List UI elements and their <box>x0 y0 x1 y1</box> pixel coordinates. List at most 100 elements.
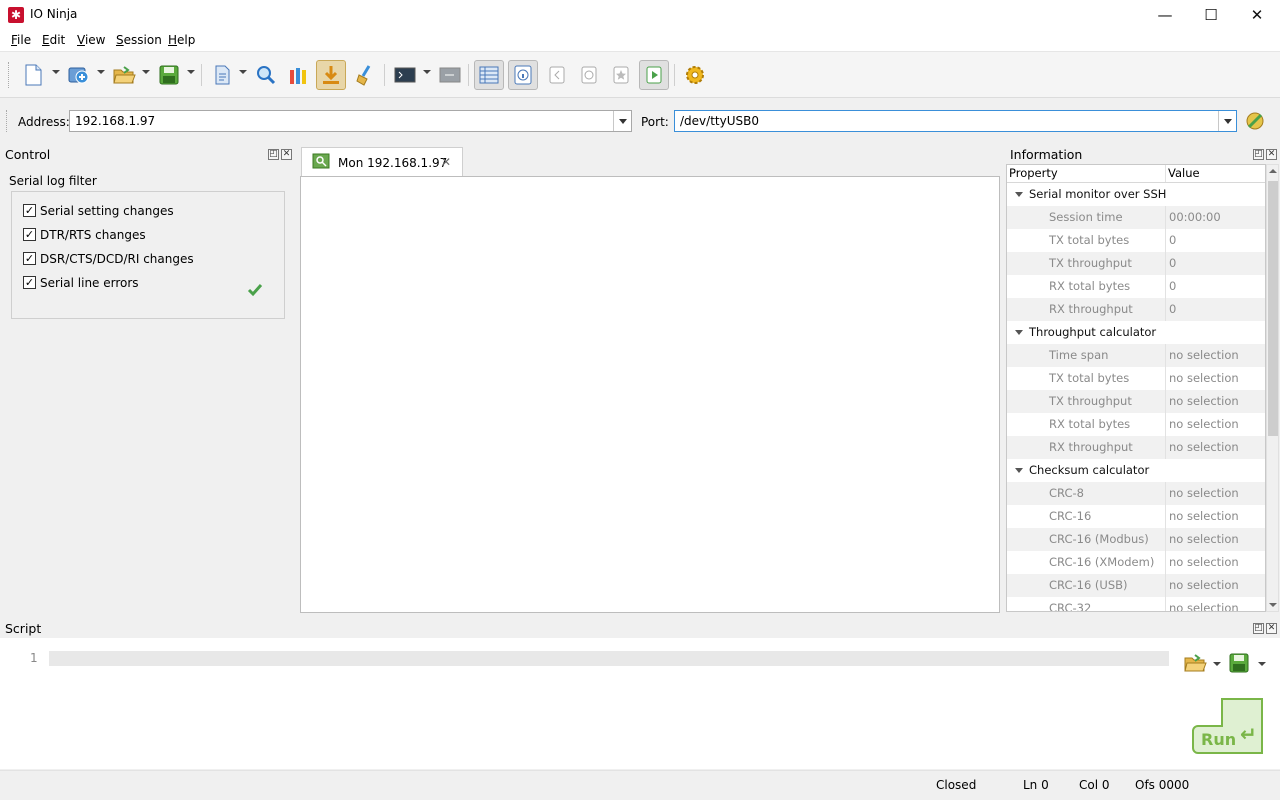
script-float-button[interactable]: ◰ <box>1253 623 1264 634</box>
menu-edit[interactable]: Edit <box>42 33 65 47</box>
tree-item-row[interactable]: CRC-32 no selection <box>1007 597 1265 611</box>
info-view-button[interactable] <box>508 60 538 90</box>
tree-item-row[interactable]: RX throughput 0 <box>1007 298 1265 321</box>
column-header-property[interactable]: Property <box>1009 165 1165 182</box>
scroll-thumb[interactable] <box>1268 181 1278 436</box>
tree-item-row[interactable]: CRC-8 no selection <box>1007 482 1265 505</box>
menu-session[interactable]: Session <box>116 33 162 47</box>
export-button[interactable] <box>207 60 237 90</box>
apply-check-icon[interactable] <box>247 282 263 298</box>
tree-group-row[interactable]: Throughput calculator <box>1007 321 1265 344</box>
tree-item-row[interactable]: CRC-16 (XModem) no selection <box>1007 551 1265 574</box>
run-button[interactable]: Run ↵ <box>1192 698 1264 755</box>
tree-item-row[interactable]: TX throughput no selection <box>1007 390 1265 413</box>
address-combobox[interactable]: 192.168.1.97 <box>69 110 632 132</box>
toolbar-grip[interactable] <box>8 62 11 88</box>
tree-item-row[interactable]: RX total bytes 0 <box>1007 275 1265 298</box>
terminal-button[interactable] <box>390 60 420 90</box>
control-float-button[interactable]: ◰ <box>268 149 279 160</box>
tree-item-row[interactable]: TX total bytes 0 <box>1007 229 1265 252</box>
information-scrollbar[interactable] <box>1266 164 1279 612</box>
tree-item-row[interactable]: CRC-16 (USB) no selection <box>1007 574 1265 597</box>
save-button[interactable] <box>154 60 184 90</box>
magnifier-icon <box>257 66 276 85</box>
port-combobox[interactable]: /dev/ttyUSB0 <box>674 110 1237 132</box>
log-view[interactable] <box>300 176 1000 613</box>
tab-mon-session[interactable]: Mon 192.168.1.97 ✕ <box>301 147 463 177</box>
tree-item-row[interactable]: Time span no selection <box>1007 344 1265 367</box>
dsr-cts-dcd-ri-changes-checkbox[interactable]: ✓ <box>23 252 36 265</box>
save-dropdown[interactable] <box>187 70 195 74</box>
checkbox-label: Serial line errors <box>40 276 139 290</box>
bookmark-button[interactable] <box>606 60 636 90</box>
send-button[interactable] <box>435 60 465 90</box>
new-session-dropdown[interactable] <box>52 70 60 74</box>
terminal-dropdown[interactable] <box>423 70 431 74</box>
bar-grip[interactable] <box>6 110 9 132</box>
tree-item-row[interactable]: TX total bytes no selection <box>1007 367 1265 390</box>
connection-bar: Address: 192.168.1.97 Port: /dev/ttyUSB0 <box>0 100 1280 142</box>
capture-button[interactable] <box>574 60 604 90</box>
address-dropdown-button[interactable] <box>613 111 631 131</box>
export-dropdown[interactable] <box>239 70 247 74</box>
address-input[interactable]: 192.168.1.97 <box>75 114 155 128</box>
capture-icon <box>581 66 597 84</box>
tree-item-row[interactable]: Session time 00:00:00 <box>1007 206 1265 229</box>
scroll-up-icon[interactable] <box>1269 169 1277 173</box>
previous-button[interactable] <box>542 60 572 90</box>
dtr-rts-changes-checkbox[interactable]: ✓ <box>23 228 36 241</box>
script-close-button[interactable]: ✕ <box>1266 623 1277 634</box>
script-save-button[interactable] <box>1228 652 1252 676</box>
menu-help[interactable]: Help <box>168 33 195 47</box>
new-plugin-button[interactable] <box>64 60 94 90</box>
tree-item-value: no selection <box>1165 551 1265 574</box>
maximize-button[interactable]: ☐ <box>1188 0 1234 30</box>
control-close-button[interactable]: ✕ <box>281 149 292 160</box>
tree-group-row[interactable]: Checksum calculator <box>1007 459 1265 482</box>
checkbox-label: DSR/CTS/DCD/RI changes <box>40 252 194 266</box>
log-view-button[interactable] <box>474 60 504 90</box>
tree-item-row[interactable]: TX throughput 0 <box>1007 252 1265 275</box>
information-tree[interactable]: Property Value Serial monitor over SSH Sess… <box>1006 164 1266 612</box>
expand-arrow-icon[interactable] <box>1015 330 1023 335</box>
tree-item-property: CRC-16 (Modbus) <box>1049 532 1149 546</box>
tree-item-row[interactable]: CRC-16 no selection <box>1007 505 1265 528</box>
play-button[interactable] <box>639 60 669 90</box>
script-save-dropdown[interactable] <box>1258 662 1266 666</box>
information-float-button[interactable]: ◰ <box>1253 149 1264 160</box>
connect-button[interactable] <box>1243 109 1267 133</box>
open-dropdown[interactable] <box>142 70 150 74</box>
information-close-button[interactable]: ✕ <box>1266 149 1277 160</box>
serial-line-errors-checkbox[interactable]: ✓ <box>23 276 36 289</box>
port-input[interactable]: /dev/ttyUSB0 <box>680 114 759 128</box>
tree-group-row[interactable]: Serial monitor over SSH <box>1007 183 1265 206</box>
clear-log-button[interactable] <box>350 60 380 90</box>
tree-item-row[interactable]: CRC-16 (Modbus) no selection <box>1007 528 1265 551</box>
tab-close-icon[interactable]: ✕ <box>441 155 451 169</box>
menu-view[interactable]: View <box>77 33 105 47</box>
expand-arrow-icon[interactable] <box>1015 192 1023 197</box>
close-window-button[interactable]: ✕ <box>1234 0 1280 30</box>
log-filter-button[interactable] <box>283 60 313 90</box>
current-line-highlight[interactable] <box>49 651 1169 666</box>
expand-arrow-icon[interactable] <box>1015 468 1023 473</box>
minimize-button[interactable]: — <box>1142 0 1188 30</box>
open-button[interactable] <box>109 60 139 90</box>
column-header-value[interactable]: Value <box>1165 165 1265 182</box>
port-dropdown-button[interactable] <box>1218 111 1236 131</box>
tree-item-row[interactable]: RX throughput no selection <box>1007 436 1265 459</box>
new-plugin-dropdown[interactable] <box>97 70 105 74</box>
menu-file[interactable]: File <box>11 33 31 47</box>
script-open-button[interactable] <box>1183 652 1207 676</box>
serial-setting-changes-checkbox[interactable]: ✓ <box>23 204 36 217</box>
autoscroll-button[interactable] <box>316 60 346 90</box>
find-button[interactable] <box>251 60 281 90</box>
script-open-dropdown[interactable] <box>1213 662 1221 666</box>
download-arrow-icon <box>323 66 339 84</box>
tree-item-row[interactable]: RX total bytes no selection <box>1007 413 1265 436</box>
settings-button[interactable] <box>680 60 710 90</box>
scroll-down-icon[interactable] <box>1269 603 1277 607</box>
new-session-button[interactable] <box>18 60 48 90</box>
cursor-line: Ln 0 <box>1023 778 1049 792</box>
tree-item-value: no selection <box>1165 528 1265 551</box>
